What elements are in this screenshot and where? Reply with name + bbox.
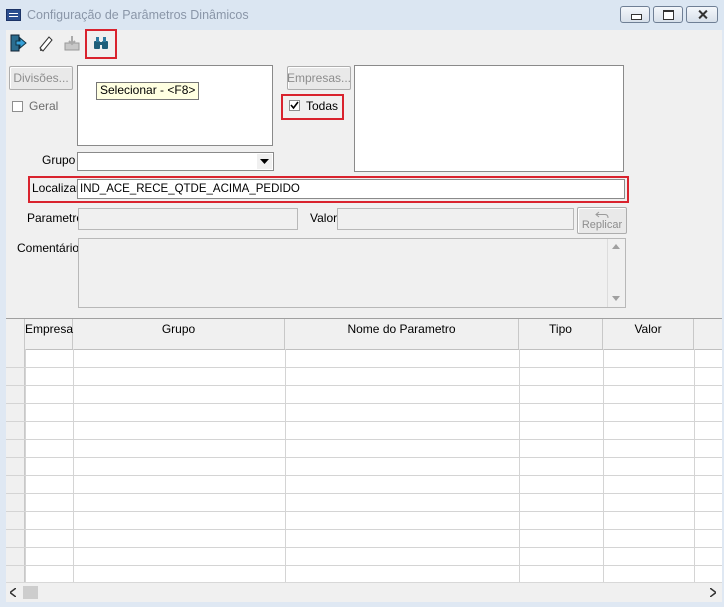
- grid-column-line: [25, 349, 26, 583]
- valor-label: Valor: [310, 211, 338, 225]
- title-bar[interactable]: Configuração de Parâmetros Dinâmicos: [0, 0, 724, 30]
- scroll-down-icon[interactable]: [612, 296, 620, 301]
- exit-button[interactable]: [6, 32, 30, 54]
- maximize-button[interactable]: [653, 6, 683, 23]
- grupo-dropdown-button[interactable]: [257, 154, 272, 169]
- comentarios-scrollbar[interactable]: [607, 239, 625, 307]
- grid-row-line: [6, 475, 722, 476]
- parameters-grid[interactable]: Empresa Grupo Nome do Parametro Tipo Val…: [6, 318, 722, 583]
- column-header-nome-do-parametro[interactable]: Nome do Parametro: [285, 319, 519, 349]
- horizontal-scrollbar[interactable]: [6, 582, 722, 602]
- grid-row-line: [6, 457, 722, 458]
- scroll-left-icon[interactable]: [10, 588, 16, 597]
- import-button[interactable]: [60, 32, 84, 54]
- replicar-label: Replicar: [581, 218, 623, 231]
- parametro-label: Parametro: [27, 211, 84, 225]
- grid-column-line: [519, 349, 520, 583]
- empresas-button[interactable]: Empresas...: [287, 66, 351, 90]
- import-tray-icon: [64, 36, 80, 51]
- app-icon: [6, 9, 21, 21]
- empresas-list[interactable]: [354, 65, 624, 172]
- grid-row-line: [6, 367, 722, 368]
- client-area: Divisões... Geral Selecionar - <F8> Grup…: [6, 29, 722, 602]
- grid-row-line: [6, 403, 722, 404]
- grid-row-line: [6, 511, 722, 512]
- grid-column-line: [285, 349, 286, 583]
- grupo-label: Grupo: [42, 153, 76, 167]
- exit-door-icon: [10, 34, 27, 52]
- window-title: Configuração de Parâmetros Dinâmicos: [27, 8, 249, 22]
- todas-checkbox[interactable]: [289, 100, 300, 111]
- search-input[interactable]: IND_ACE_RECE_QTDE_ACIMA_PEDIDO: [77, 179, 625, 199]
- column-header-tipo[interactable]: Tipo: [519, 319, 603, 349]
- main-window: Configuração de Parâmetros Dinâmicos Div…: [0, 0, 724, 607]
- grupo-combobox[interactable]: [77, 152, 274, 171]
- grid-row-line: [6, 439, 722, 440]
- divisoes-list[interactable]: [77, 65, 273, 146]
- grid-row-line: [6, 421, 722, 422]
- geral-label: Geral: [29, 99, 59, 113]
- close-button[interactable]: [686, 6, 718, 23]
- row-indicator-header: [6, 319, 25, 349]
- grid-column-line: [603, 349, 604, 583]
- grid-row-line: [6, 529, 722, 530]
- scroll-up-icon[interactable]: [612, 244, 620, 249]
- column-header-valor[interactable]: Valor: [603, 319, 694, 349]
- grid-row-line: [6, 493, 722, 494]
- scroll-right-icon[interactable]: [710, 588, 716, 597]
- grid-column-line: [73, 349, 74, 583]
- undo-arrow-icon: [595, 211, 609, 218]
- chevron-down-icon: [260, 159, 269, 164]
- todas-label: Todas: [306, 99, 339, 113]
- geral-checkbox[interactable]: [12, 101, 23, 112]
- valor-field[interactable]: [337, 208, 574, 230]
- grid-row-line: [6, 565, 722, 566]
- minimize-button[interactable]: [620, 6, 650, 23]
- grid-row-line: [6, 385, 722, 386]
- column-header-grupo[interactable]: Grupo: [73, 319, 285, 349]
- replicar-button[interactable]: Replicar: [577, 207, 627, 234]
- parametro-field[interactable]: [78, 208, 298, 230]
- check-icon: [290, 101, 299, 110]
- comentarios-label: Comentários: [17, 241, 86, 255]
- tooltip: Selecionar - <F8>: [96, 82, 200, 100]
- grid-header: Empresa Grupo Nome do Parametro Tipo Val…: [6, 319, 722, 350]
- horizontal-scroll-thumb[interactable]: [23, 586, 38, 599]
- eraser-icon: [39, 36, 53, 52]
- edit-button[interactable]: [34, 32, 58, 54]
- grid-row-line: [6, 547, 722, 548]
- column-header-empresa[interactable]: Empresa: [25, 319, 73, 349]
- grid-column-line: [694, 349, 695, 583]
- comentarios-field[interactable]: [78, 238, 626, 308]
- localizar-label: Localizar: [32, 181, 81, 195]
- find-button-highlight: [85, 29, 117, 59]
- divisoes-button[interactable]: Divisões...: [9, 66, 73, 90]
